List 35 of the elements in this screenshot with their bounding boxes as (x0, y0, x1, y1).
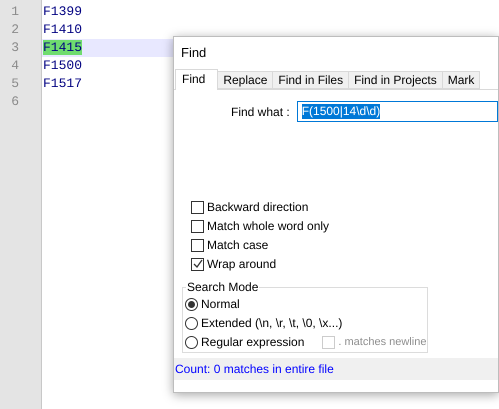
dialog-title: Find (181, 44, 206, 62)
line-number: 3 (11, 40, 19, 55)
dialog-tab[interactable]: Replace (218, 71, 274, 89)
checkbox[interactable] (191, 220, 204, 232)
radio-button[interactable] (185, 336, 198, 348)
mode-label: Regular expression (201, 334, 304, 351)
option-label: . matches newline (338, 334, 426, 350)
mode-label: Normal (201, 296, 240, 313)
radio-button[interactable] (185, 298, 198, 310)
dialog-tab[interactable]: Find in Projects (349, 71, 443, 89)
line-number: 1 (11, 4, 19, 19)
checkbox[interactable] (191, 200, 204, 214)
line-number: 4 (11, 58, 19, 73)
line-number: 5 (11, 76, 19, 91)
dialog-tab[interactable]: Find (175, 69, 218, 90)
code-line: F1500 (43, 58, 82, 73)
line-number: 2 (11, 22, 19, 37)
checked-checkbox[interactable] (191, 258, 204, 270)
option-label: Match whole word only (207, 218, 330, 235)
find-what-field[interactable]: F(1500|14\d\d) (296, 101, 498, 122)
option-label: Backward direction (207, 199, 308, 216)
find-what-label: Find what : (231, 104, 290, 120)
search-mode-title: Search Mode (186, 279, 260, 296)
mode-label: Extended (\n, \r, \t, \0, \x...) (201, 315, 342, 332)
radio-button[interactable] (185, 316, 198, 330)
status-message: Count: 0 matches in entire file (175, 361, 334, 378)
checkbox[interactable] (191, 238, 204, 252)
dialog-tab[interactable]: Find in Files (273, 71, 350, 89)
code-line: F1410 (43, 22, 82, 37)
line-number: 6 (11, 94, 19, 109)
option-label: Match case (207, 237, 268, 254)
code-line: F1399 (43, 4, 82, 19)
option-label: Wrap around (207, 256, 276, 273)
dialog-tab[interactable]: Mark (442, 71, 480, 89)
code-line: F1517 (43, 76, 82, 91)
